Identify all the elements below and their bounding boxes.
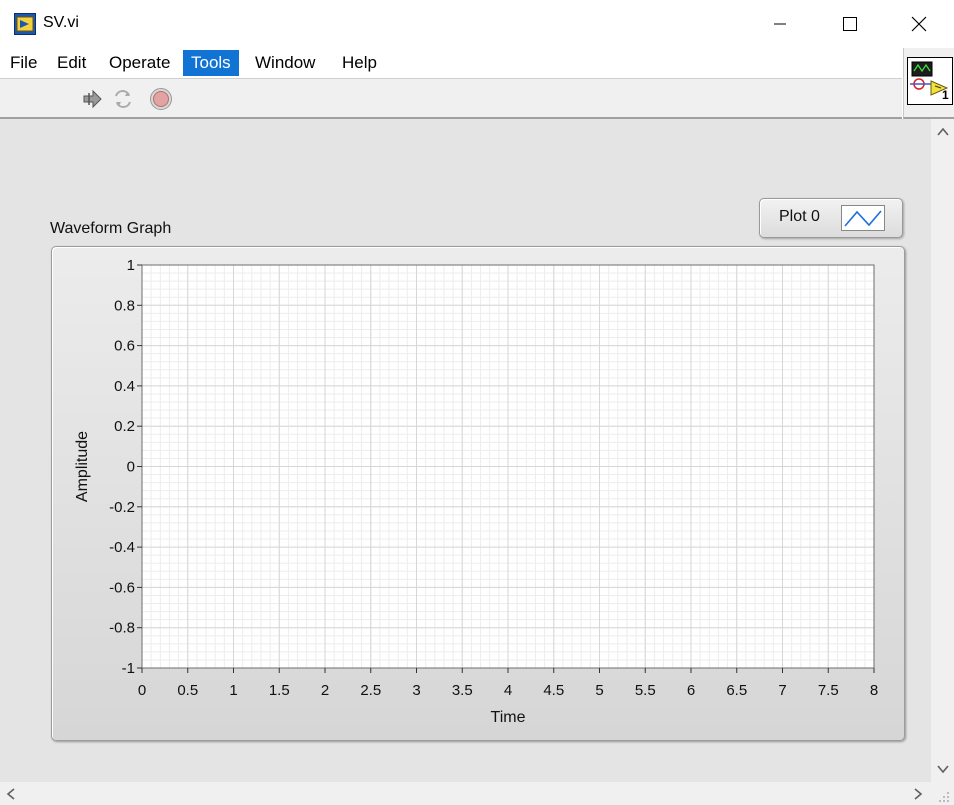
x-tick-label: 8 [870, 682, 878, 699]
x-tick-label: 3.5 [452, 682, 473, 699]
x-tick-label: 7.5 [818, 682, 839, 699]
y-tick-label: -0.4 [109, 539, 135, 556]
y-tick-label: -0.6 [109, 579, 135, 596]
x-tick-label: 1.5 [269, 682, 290, 699]
y-tick-label: -1 [122, 660, 135, 677]
x-tick-label: 2.5 [360, 682, 381, 699]
y-tick-label: 0.4 [114, 378, 135, 395]
y-tick-label: -0.2 [109, 499, 135, 516]
y-tick-label: 0.2 [114, 418, 135, 435]
x-tick-label: 1 [229, 682, 237, 699]
x-tick-label: 5.5 [635, 682, 656, 699]
x-tick-label: 7 [778, 682, 786, 699]
y-tick-label: 0.8 [114, 297, 135, 314]
x-tick-label: 5 [595, 682, 603, 699]
x-axis-label: Time [491, 709, 526, 726]
x-tick-label: 0.5 [177, 682, 198, 699]
x-tick-label: 3 [412, 682, 420, 699]
y-tick-label: 0 [127, 459, 135, 476]
y-axis-label: Amplitude [74, 431, 91, 502]
x-tick-label: 2 [321, 682, 329, 699]
x-tick-label: 6 [687, 682, 695, 699]
y-tick-label: 0.6 [114, 338, 135, 355]
x-tick-label: 0 [138, 682, 146, 699]
y-tick-label: -0.8 [109, 620, 135, 637]
x-tick-label: 6.5 [726, 682, 747, 699]
y-tick-label: 1 [127, 257, 135, 274]
x-tick-label: 4 [504, 682, 512, 699]
x-tick-label: 4.5 [543, 682, 564, 699]
plot-grid [141, 264, 875, 669]
waveform-graph-plot: 10.80.60.40.20-0.2-0.4-0.6-0.8-10 0.5 1 1.5… [74, 257, 878, 726]
